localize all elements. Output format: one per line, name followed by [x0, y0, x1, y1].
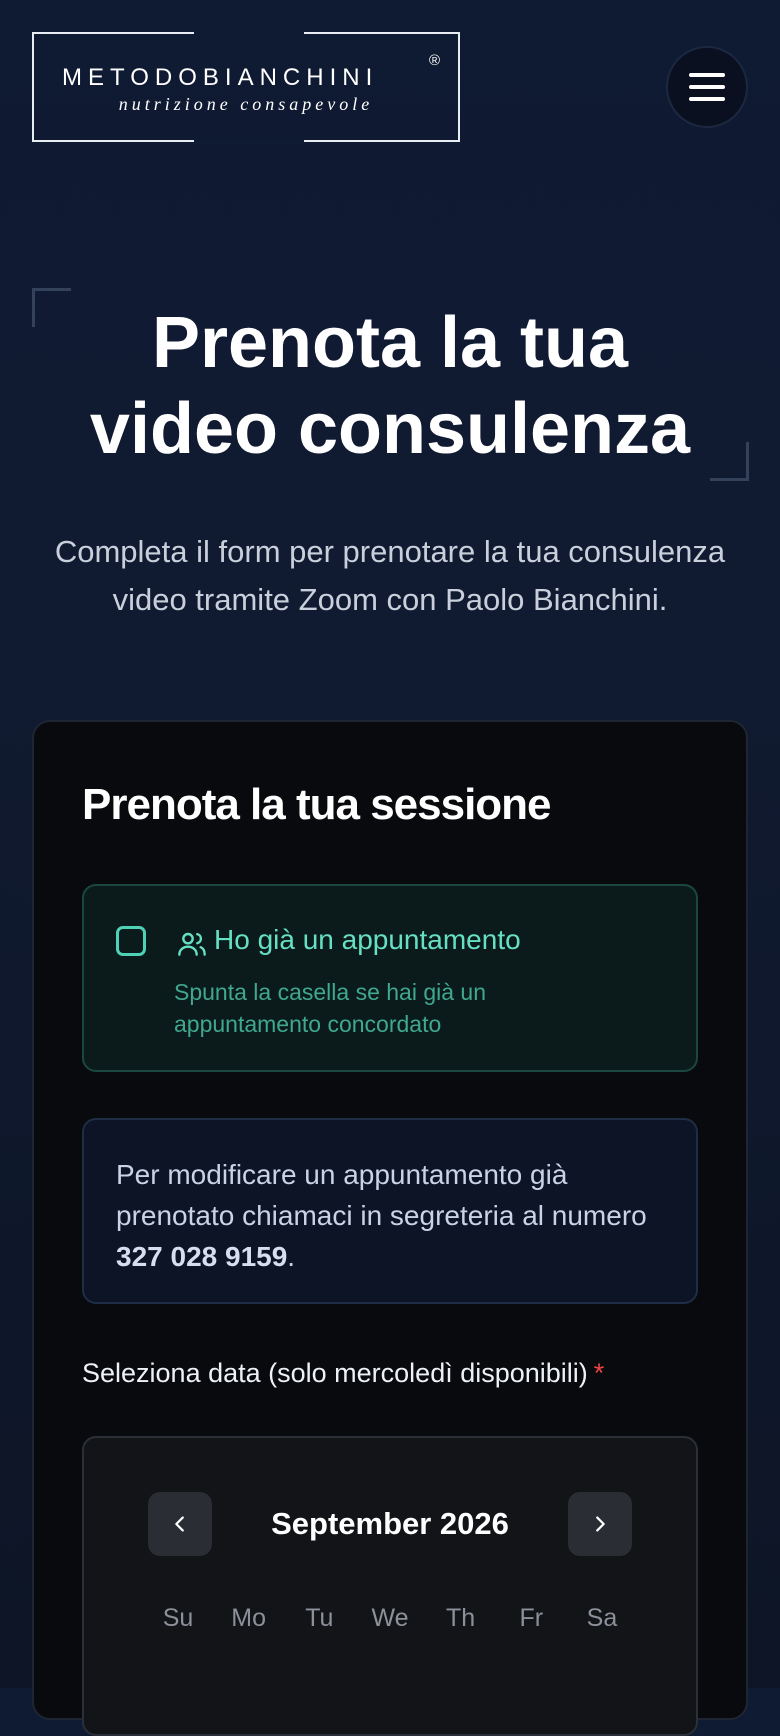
logo-wordmark: METODOBIANCHINI	[62, 64, 379, 91]
hamburger-menu-icon	[689, 97, 725, 101]
logo-tagline: nutrizione consapevole	[118, 94, 374, 114]
weekday-label: Fr	[519, 1604, 544, 1632]
info-text: Per modificare un appuntamento già preno…	[116, 1159, 647, 1231]
date-picker-calendar: September 2026 Su Mo Tu We Th Fr Sa	[82, 1436, 698, 1736]
page-title: Prenota la tua video consulenza	[0, 300, 780, 472]
logo-border-gap	[194, 30, 304, 36]
page-title-line: video consulenza	[89, 389, 691, 469]
chevron-right-icon	[596, 1516, 605, 1532]
calendar-weekday-header: Su Mo Tu We Th Fr Sa	[124, 1604, 656, 1633]
info-notice: Per modificare un appuntamento già preno…	[82, 1118, 698, 1304]
users-icon	[178, 932, 206, 956]
booking-form-card: Prenota la tua sessione Ho già un appunt…	[32, 720, 748, 1736]
logo-registered-mark: ®	[428, 52, 440, 69]
required-marker: *	[593, 1358, 605, 1388]
hamburger-menu-icon	[689, 85, 725, 89]
page-subtitle: Completa il form per prenotare la tua co…	[30, 528, 750, 624]
page-subtitle-line: video tramite Zoom con Paolo Bianchini.	[112, 582, 668, 617]
page-subtitle-line: Completa il form per prenotare la tua co…	[54, 534, 726, 569]
weekday-label: Su	[162, 1604, 194, 1632]
weekday-label: Th	[446, 1604, 476, 1632]
page: METODOBIANCHINI ® nutrizione consapevole…	[0, 0, 780, 1736]
menu-button[interactable]	[666, 46, 748, 128]
form-title: Prenota la tua sessione	[82, 780, 552, 829]
next-month-button[interactable]	[568, 1492, 632, 1556]
weekday-label: Sa	[586, 1604, 618, 1632]
date-field-label: Seleziona data (solo mercoledì disponibi…	[82, 1358, 604, 1389]
weekday-label: Tu	[305, 1604, 334, 1632]
info-suffix: .	[287, 1241, 296, 1272]
hamburger-menu-icon	[689, 73, 725, 77]
logo-border-gap	[194, 138, 304, 144]
weekday-label: We	[371, 1604, 409, 1632]
phone-number[interactable]: 327 028 9159	[116, 1241, 287, 1272]
existing-appointment-option[interactable]: Ho già un appuntamento Spunta la casella…	[82, 884, 698, 1072]
page-title-line: Prenota la tua	[151, 303, 629, 383]
brand-logo[interactable]: METODOBIANCHINI ® nutrizione consapevole	[32, 30, 460, 144]
existing-appointment-help: Spunta la casella se hai già un appuntam…	[174, 979, 486, 1037]
date-label-text: Seleziona data (solo mercoledì disponibi…	[82, 1358, 588, 1388]
existing-appointment-label[interactable]: Ho già un appuntamento	[214, 924, 521, 956]
weekday-label: Mo	[231, 1604, 267, 1632]
existing-appointment-checkbox[interactable]	[116, 926, 146, 956]
